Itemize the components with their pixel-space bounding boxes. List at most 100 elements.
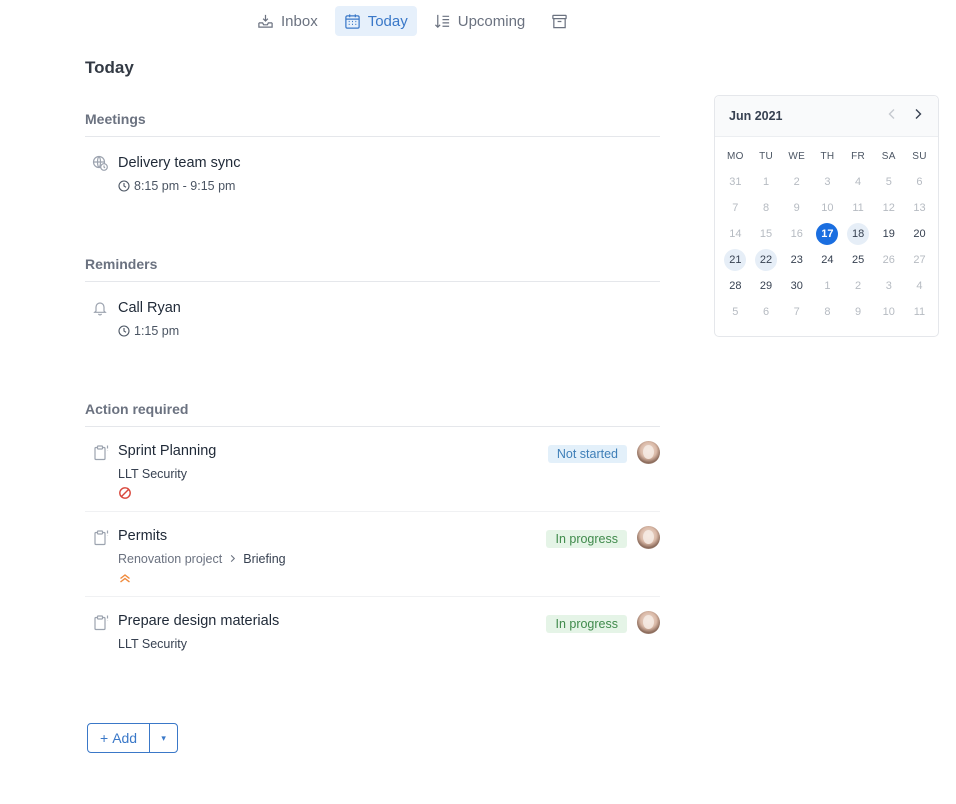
calendar-day[interactable]: 8 — [812, 299, 843, 325]
action-required-section: Action required Sprint Planning LLT Secu… — [85, 401, 660, 682]
calendar-day-label: 20 — [913, 228, 926, 240]
tab-inbox[interactable]: Inbox — [248, 6, 327, 36]
calendar-day[interactable]: 9 — [843, 299, 874, 325]
tab-today[interactable]: Today — [334, 6, 417, 36]
calendar-day[interactable]: 22 — [751, 247, 782, 273]
add-split-button: + Add ▾ — [87, 723, 179, 753]
calendar-day[interactable]: 26 — [873, 247, 904, 273]
calendar-day[interactable]: 9 — [781, 195, 812, 221]
tab-today-label: Today — [367, 12, 408, 30]
status-badge[interactable]: Not started — [547, 445, 627, 463]
weekday-label: TU — [759, 150, 773, 162]
calendar-day[interactable]: 25 — [843, 247, 874, 273]
calendar-day[interactable]: 3 — [873, 273, 904, 299]
calendar-day[interactable]: 27 — [904, 247, 935, 273]
task-project-label[interactable]: Renovation project — [118, 551, 222, 567]
calendar-day-label: 2 — [855, 280, 862, 292]
meeting-title: Delivery team sync — [118, 155, 241, 171]
meeting-time: 8:15 pm - 9:15 pm — [118, 178, 660, 194]
calendar-day[interactable]: 28 — [720, 273, 751, 299]
next-month-button[interactable] — [912, 108, 924, 124]
calendar-day-label: 27 — [913, 254, 926, 266]
calendar-day[interactable]: 16 — [781, 221, 812, 247]
reminders-heading: Reminders — [85, 256, 660, 282]
tab-inbox-label: Inbox — [281, 12, 318, 30]
task-row[interactable]: Sprint Planning LLT Security Not started — [85, 427, 660, 512]
calendar-day[interactable]: 14 — [720, 221, 751, 247]
calendar-day[interactable]: 11 — [843, 195, 874, 221]
task-project: LLT Security — [118, 636, 660, 652]
calendar-day[interactable]: 24 — [812, 247, 843, 273]
calendar-day[interactable]: 19 — [873, 221, 904, 247]
calendar-day-label: 4 — [855, 176, 862, 188]
calendar-day[interactable]: 1 — [751, 169, 782, 195]
status-badge[interactable]: In progress — [546, 615, 627, 633]
reminder-item[interactable]: Call Ryan 1:15 pm — [85, 298, 660, 339]
calendar-day[interactable]: 7 — [781, 299, 812, 325]
weekday-label: MO — [726, 150, 744, 162]
tab-archive[interactable] — [542, 6, 577, 36]
calendar-day[interactable]: 13 — [904, 195, 935, 221]
calendar-day-label: 10 — [882, 306, 895, 318]
prev-month-button[interactable] — [886, 108, 898, 124]
task-breadcrumb: Renovation project Briefing — [118, 551, 660, 567]
calendar-day[interactable]: 3 — [812, 169, 843, 195]
calendar-day-label: 1 — [824, 280, 831, 292]
task-project: LLT Security — [118, 466, 660, 482]
calendar-day[interactable]: 7 — [720, 195, 751, 221]
task-project-label[interactable]: LLT Security — [118, 636, 187, 652]
caret-down-icon: ▾ — [161, 732, 166, 743]
calendar-day[interactable]: 10 — [812, 195, 843, 221]
calendar-day[interactable]: 4 — [904, 273, 935, 299]
calendar-day-label: 29 — [759, 280, 773, 292]
sort-icon — [434, 13, 451, 30]
calendar-day[interactable]: 5 — [873, 169, 904, 195]
chevron-right-icon — [228, 551, 237, 567]
task-section-label[interactable]: Briefing — [243, 551, 285, 567]
task-row[interactable]: Permits Renovation project Briefing In p… — [85, 512, 660, 597]
clipboard-icon — [92, 614, 110, 632]
add-dropdown-button[interactable]: ▾ — [149, 724, 177, 752]
calendar-day[interactable]: 6 — [751, 299, 782, 325]
task-row[interactable]: Prepare design materials LLT Security In… — [85, 597, 660, 682]
calendar-day-label: 12 — [882, 202, 895, 214]
calendar-day[interactable]: 18 — [843, 221, 874, 247]
task-project-label[interactable]: LLT Security — [118, 466, 187, 482]
calendar-day-label: 8 — [762, 202, 770, 214]
calendar-day[interactable]: 6 — [904, 169, 935, 195]
meeting-item[interactable]: Delivery team sync 8:15 pm - 9:15 pm — [85, 153, 660, 194]
status-badge[interactable]: In progress — [546, 530, 627, 548]
plus-icon: + — [100, 730, 109, 746]
avatar[interactable] — [637, 526, 660, 549]
avatar[interactable] — [637, 441, 660, 464]
calendar-day-label: 30 — [790, 280, 803, 292]
calendar-day[interactable]: 12 — [873, 195, 904, 221]
archive-icon — [551, 13, 568, 30]
calendar-day[interactable]: 1 — [812, 273, 843, 299]
calendar-day[interactable]: 2 — [781, 169, 812, 195]
calendar-day-selected[interactable]: 17 — [812, 221, 843, 247]
calendar-day-label: 14 — [729, 228, 742, 240]
calendar-day[interactable]: 23 — [781, 247, 812, 273]
calendar-day[interactable]: 11 — [904, 299, 935, 325]
calendar-day-label: 24 — [821, 254, 834, 266]
calendar-day-label: 11 — [852, 202, 864, 214]
add-button[interactable]: + Add — [88, 724, 149, 752]
calendar-day[interactable]: 29 — [751, 273, 782, 299]
calendar-day[interactable]: 21 — [720, 247, 751, 273]
reminder-title: Call Ryan — [118, 300, 181, 316]
tab-upcoming[interactable]: Upcoming — [425, 6, 535, 36]
calendar-day[interactable]: 5 — [720, 299, 751, 325]
calendar-day[interactable]: 4 — [843, 169, 874, 195]
calendar-day[interactable]: 30 — [781, 273, 812, 299]
calendar-day[interactable]: 31 — [720, 169, 751, 195]
avatar[interactable] — [637, 611, 660, 634]
weekday-label: WE — [788, 150, 806, 162]
reminder-time: 1:15 pm — [118, 323, 660, 339]
globe-clock-icon — [92, 155, 108, 171]
calendar-day[interactable]: 2 — [843, 273, 874, 299]
calendar-day[interactable]: 10 — [873, 299, 904, 325]
calendar-day[interactable]: 8 — [751, 195, 782, 221]
calendar-day[interactable]: 20 — [904, 221, 935, 247]
calendar-day[interactable]: 15 — [751, 221, 782, 247]
